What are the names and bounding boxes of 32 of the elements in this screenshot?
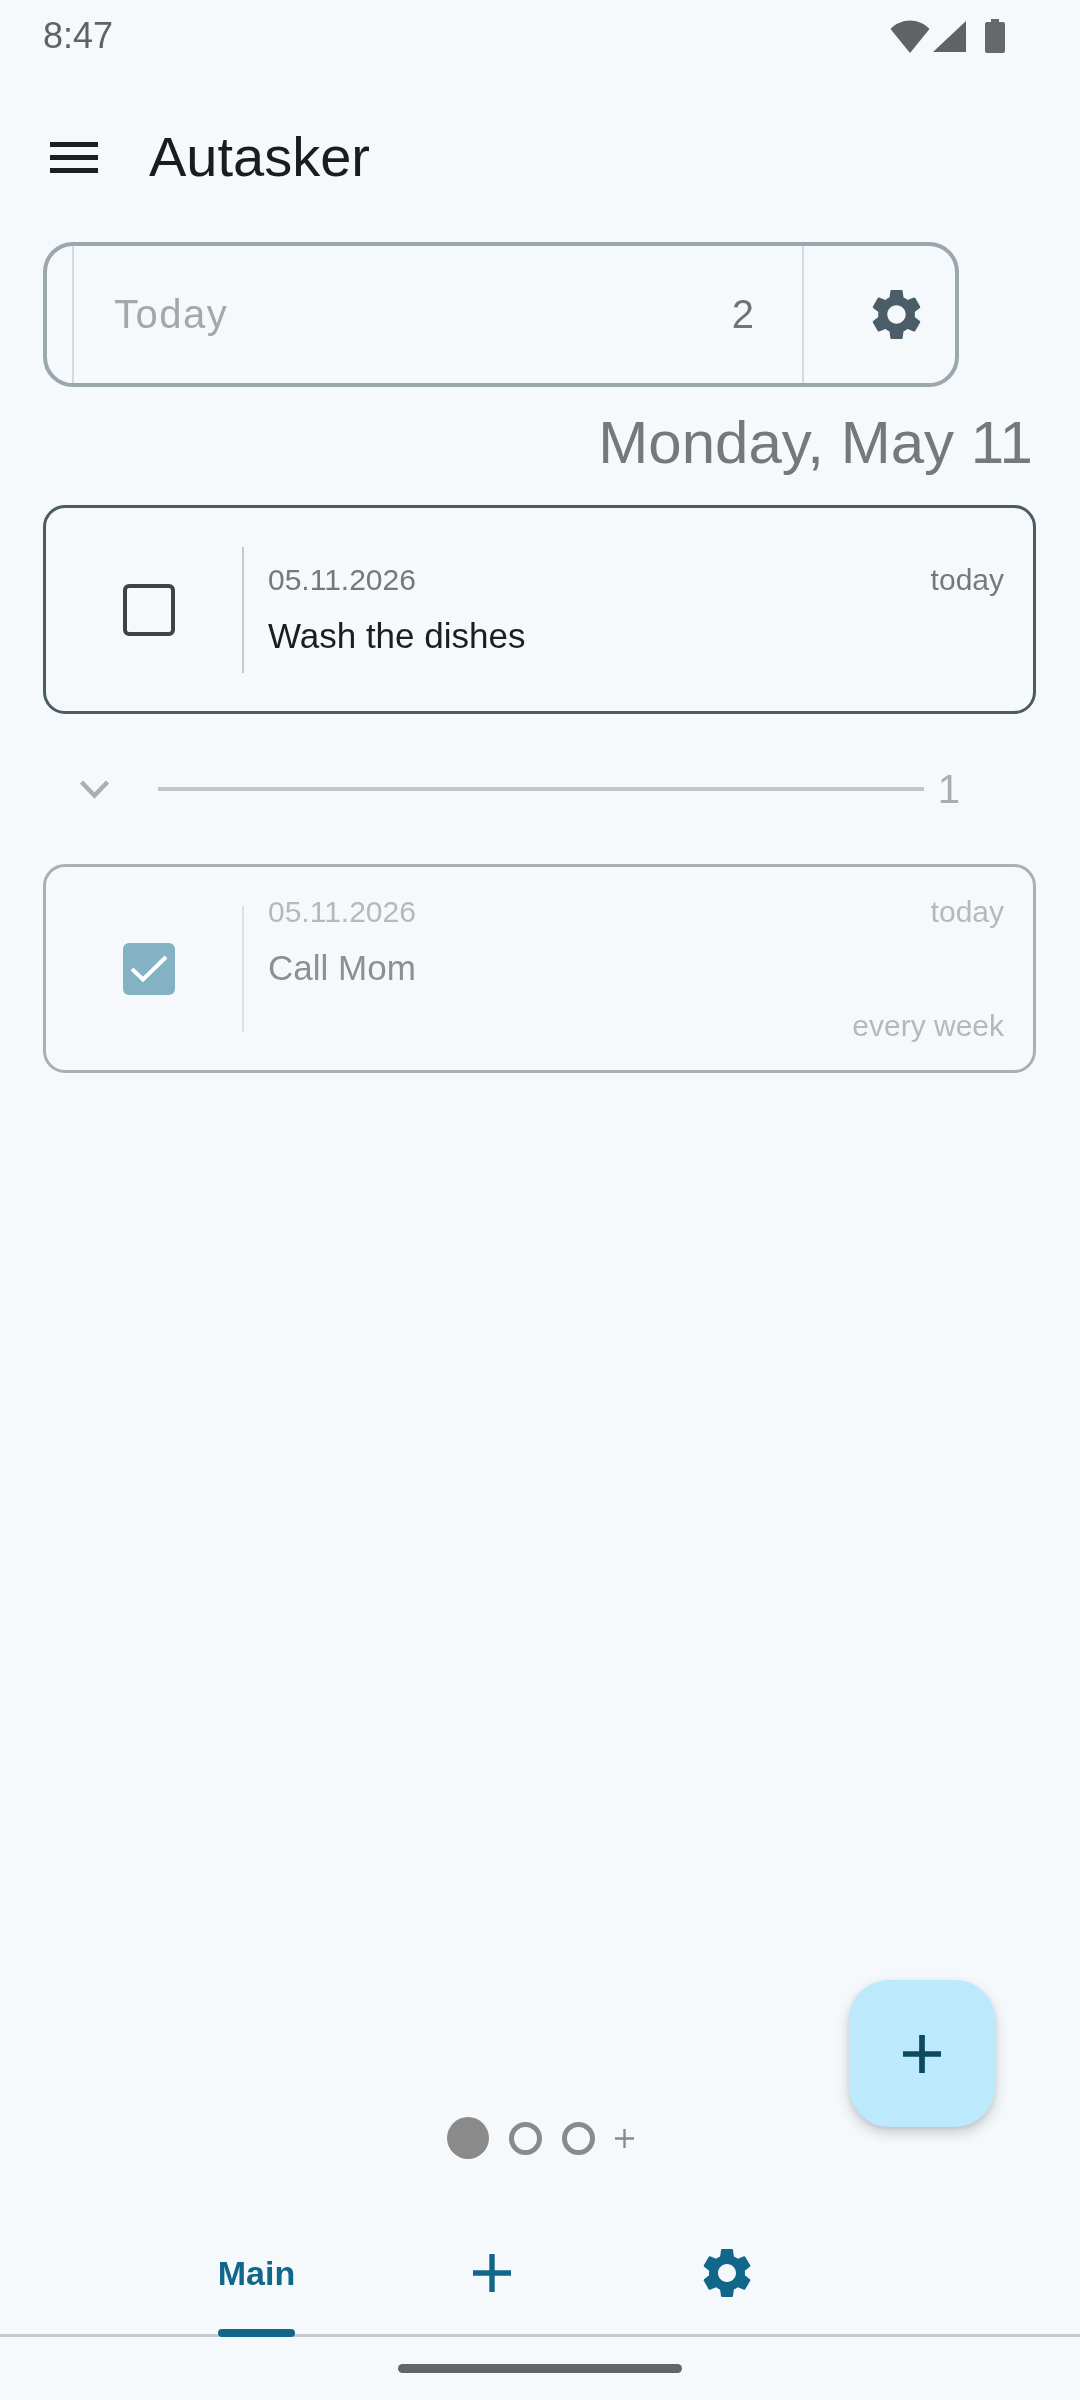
settings-icon [701, 2248, 752, 2298]
menu-icon[interactable] [50, 141, 98, 173]
status-time: 8:47 [43, 16, 114, 56]
settings-icon [871, 289, 922, 340]
task-checkbox[interactable] [123, 583, 175, 636]
due-label: today [930, 561, 1004, 598]
list-select[interactable]: Today 2 [72, 246, 804, 383]
page-dot[interactable] [561, 2121, 595, 2155]
repeat-label: every week [852, 1007, 1004, 1044]
task-date: 05.11.2026 [268, 561, 416, 598]
completed-count: 1 [937, 766, 960, 812]
page-dot[interactable] [508, 2121, 542, 2155]
page-dot[interactable] [446, 2117, 489, 2159]
due-label: today [930, 893, 1004, 930]
plus-icon [472, 2254, 511, 2292]
signal-icon [933, 20, 966, 52]
main-tab[interactable]: Main [217, 2225, 296, 2337]
chevron-icon[interactable] [79, 779, 110, 799]
plus-icon[interactable] [614, 2128, 634, 2148]
checkmark-icon [130, 955, 168, 982]
task-title: Wash the dishes [268, 614, 527, 657]
battery-icon [985, 19, 1005, 53]
task-card[interactable]: 05.11.2026 today Call Mom every week [43, 864, 1036, 1073]
task-card[interactable]: 05.11.2026 today Wash the dishes [43, 505, 1036, 714]
plus-icon [903, 2034, 941, 2073]
wifi-icon [890, 19, 930, 53]
app-title: Autasker [149, 124, 370, 190]
task-title: Call Mom [268, 946, 417, 989]
task-checkbox[interactable] [123, 942, 175, 995]
task-date: 05.11.2026 [268, 893, 416, 930]
task-count: 2 [731, 292, 754, 337]
date-heading: Monday, May 11 [597, 408, 1034, 478]
